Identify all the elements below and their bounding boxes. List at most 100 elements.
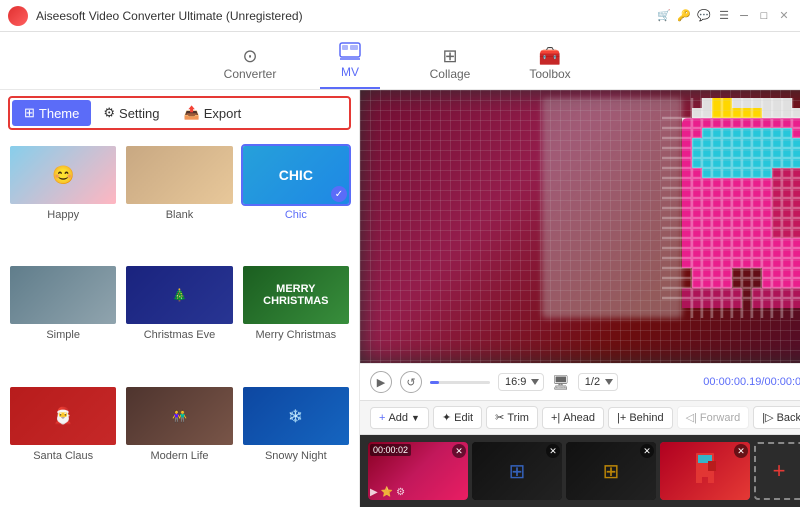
backward-button[interactable]: |▷ Backward <box>753 406 800 429</box>
export-tab-icon: 📤 <box>184 105 200 121</box>
theme-item-snowy-night[interactable]: ❄️ Snowy Night <box>241 385 351 499</box>
theme-item-santa-claus[interactable]: 🎅 Santa Claus <box>8 385 118 499</box>
app-logo <box>8 6 28 26</box>
cart-icon[interactable]: 🛒 <box>656 8 672 24</box>
nav-mv[interactable]: MV <box>320 42 380 89</box>
minimize-icon[interactable]: ─ <box>736 8 752 24</box>
behind-icon: |+ <box>617 412 626 424</box>
tab-theme[interactable]: ⊞ Theme <box>12 100 91 126</box>
theme-item-chic[interactable]: CHIC✓ Chic <box>241 144 351 258</box>
tab-theme-label: Theme <box>39 106 79 121</box>
theme-thumb-chic: CHIC✓ <box>241 144 351 206</box>
clip-close-4[interactable]: ✕ <box>734 444 748 458</box>
nav-converter-label: Converter <box>224 67 277 81</box>
toolbox-icon: 🧰 <box>539 47 561 65</box>
titlebar: Aiseesoft Video Converter Ultimate (Unre… <box>0 0 800 32</box>
add-icon: + <box>379 412 385 424</box>
theme-thumb-modern-life: 👫 <box>124 385 234 447</box>
theme-label-santa-claus: Santa Claus <box>33 450 93 462</box>
theme-thumb-blank <box>124 144 234 206</box>
chat-icon[interactable]: 💬 <box>696 8 712 24</box>
theme-thumb-happy: 😊 <box>8 144 118 206</box>
clip-icons-1: ▶⭐⚙ <box>370 487 405 498</box>
theme-item-merry-christmas[interactable]: MERRYCHRISTMAS Merry Christmas <box>241 264 351 378</box>
mv-icon <box>339 42 361 63</box>
behind-button[interactable]: |+ Behind <box>608 407 673 429</box>
left-panel: ⊞ Theme ⚙ Setting 📤 Export 😊Happy Blank CH… <box>0 90 360 507</box>
theme-thumb-simple <box>8 264 118 326</box>
theme-item-christmas-eve[interactable]: 🎄Christmas Eve <box>124 264 234 378</box>
add-dropdown-icon: ▼ <box>411 413 420 423</box>
window-controls: 🛒 🔑 💬 ☰ ─ □ ✕ <box>656 8 792 24</box>
clip-time-1: 00:00:02 <box>370 444 411 456</box>
controls-bar: ▶ ↺ 16:9 4:3 1:1 🖥 1/2 1/1 00:00:00.19/0… <box>360 363 800 400</box>
timeline-clip-3[interactable]: ⊞ ✕ <box>566 442 656 500</box>
time-total: 00:00:08.00 <box>764 376 800 388</box>
nav-collage[interactable]: ⊞ Collage <box>420 47 480 89</box>
time-current: 00:00:00.19 <box>703 376 761 388</box>
clip-close-3[interactable]: ✕ <box>640 444 654 458</box>
timeline-clip-2[interactable]: ⊞ ✕ <box>472 442 562 500</box>
theme-thumb-merry-christmas: MERRYCHRISTMAS <box>241 264 351 326</box>
trim-button[interactable]: ✂ Trim <box>486 406 538 429</box>
theme-item-happy[interactable]: 😊Happy <box>8 144 118 258</box>
setting-tab-icon: ⚙ <box>103 105 115 121</box>
top-nav: ⊙ Converter MV ⊞ Collage 🧰 Toolbox <box>0 32 800 90</box>
theme-label-merry-christmas: Merry Christmas <box>255 329 336 341</box>
app-title: Aiseesoft Video Converter Ultimate (Unre… <box>36 9 656 23</box>
edit-icon: ✦ <box>442 411 451 424</box>
theme-label-simple: Simple <box>46 329 80 341</box>
play-button[interactable]: ▶ <box>370 371 392 393</box>
timeline-toolbar: + Add ▼ ✦ Edit ✂ Trim +| Ahead |+ Behind… <box>360 400 800 435</box>
add-clip-button[interactable]: + <box>754 442 800 500</box>
timeline: 00:00:02 ✕ ▶⭐⚙ ⊞ ✕ ⊞ ✕ <box>360 435 800 507</box>
clip-close-1[interactable]: ✕ <box>452 444 466 458</box>
preview-area <box>360 90 800 363</box>
tab-setting[interactable]: ⚙ Setting <box>91 100 171 126</box>
theme-item-modern-life[interactable]: 👫 Modern Life <box>124 385 234 499</box>
tab-export-label: Export <box>204 106 242 121</box>
trim-icon: ✂ <box>495 411 504 424</box>
theme-grid: 😊Happy Blank CHIC✓ Chic Simple 🎄Christmas Eve… <box>0 136 359 507</box>
timeline-clip-4[interactable]: ✕ <box>660 442 750 500</box>
menu-icon[interactable]: ☰ <box>716 8 732 24</box>
theme-label-blank: Blank <box>166 209 194 221</box>
theme-label-modern-life: Modern Life <box>150 450 208 462</box>
size-select[interactable]: 1/2 1/1 <box>578 373 618 391</box>
theme-thumb-santa-claus: 🎅 <box>8 385 118 447</box>
forward-icon: ◁| <box>686 411 697 424</box>
refresh-button[interactable]: ↺ <box>400 371 422 393</box>
theme-label-snowy-night: Snowy Night <box>265 450 327 462</box>
theme-thumb-snowy-night: ❄️ <box>241 385 351 447</box>
converter-icon: ⊙ <box>242 47 257 65</box>
add-button[interactable]: + Add ▼ <box>370 407 429 429</box>
forward-button[interactable]: ◁| Forward <box>677 406 750 429</box>
collage-icon: ⊞ <box>442 47 457 65</box>
key-icon[interactable]: 🔑 <box>676 8 692 24</box>
clip-close-2[interactable]: ✕ <box>546 444 560 458</box>
edit-button[interactable]: ✦ Edit <box>433 406 482 429</box>
progress-fill <box>430 381 439 384</box>
theme-item-blank[interactable]: Blank <box>124 144 234 258</box>
theme-label-chic: Chic <box>285 209 307 221</box>
ahead-icon: +| <box>551 412 560 424</box>
aspect-ratio-select[interactable]: 16:9 4:3 1:1 <box>498 373 544 391</box>
theme-item-simple[interactable]: Simple <box>8 264 118 378</box>
tab-export[interactable]: 📤 Export <box>172 100 254 126</box>
timeline-clip-1[interactable]: 00:00:02 ✕ ▶⭐⚙ <box>368 442 468 500</box>
theme-tab-icon: ⊞ <box>24 105 35 121</box>
nav-converter[interactable]: ⊙ Converter <box>220 47 280 89</box>
right-panel: ▶ ↺ 16:9 4:3 1:1 🖥 1/2 1/1 00:00:00.19/0… <box>360 90 800 507</box>
screen-icon[interactable]: 🖥 <box>552 374 570 391</box>
backward-icon: |▷ <box>762 411 773 424</box>
theme-label-christmas-eve: Christmas Eve <box>144 329 216 341</box>
close-icon[interactable]: ✕ <box>776 8 792 24</box>
nav-collage-label: Collage <box>430 67 471 81</box>
maximize-icon[interactable]: □ <box>756 8 772 24</box>
tab-setting-label: Setting <box>119 106 159 121</box>
progress-track[interactable] <box>430 381 490 384</box>
main-content: ⊞ Theme ⚙ Setting 📤 Export 😊Happy Blank CH… <box>0 90 800 507</box>
theme-selected-check: ✓ <box>331 186 347 202</box>
nav-toolbox[interactable]: 🧰 Toolbox <box>520 47 580 89</box>
ahead-button[interactable]: +| Ahead <box>542 407 604 429</box>
